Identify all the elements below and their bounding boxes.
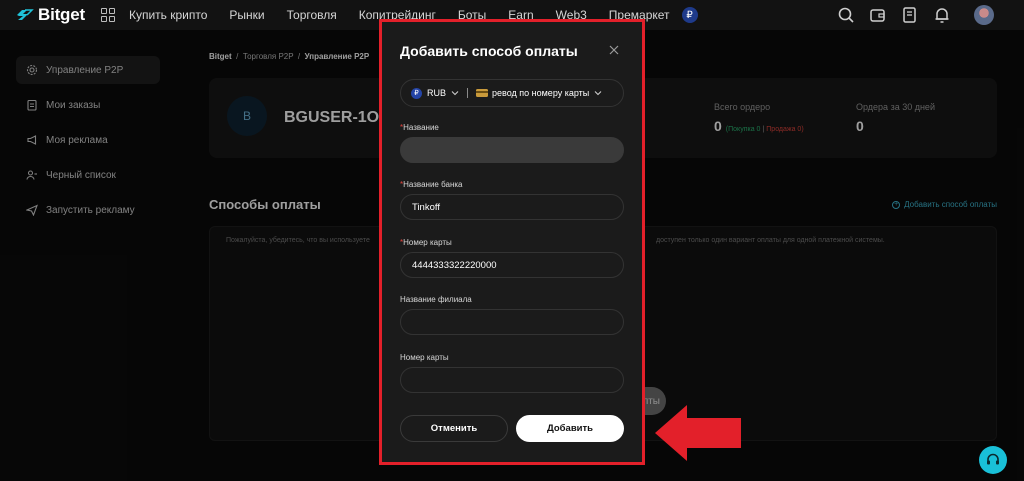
nav-markets[interactable]: Рынки xyxy=(229,8,264,22)
search-icon[interactable] xyxy=(836,5,856,25)
headset-icon xyxy=(987,453,999,465)
bitget-logo-icon xyxy=(17,9,34,20)
bell-icon[interactable] xyxy=(932,5,952,25)
nav-buy-crypto[interactable]: Купить крипто xyxy=(129,8,207,22)
support-chat-button[interactable] xyxy=(979,446,1007,474)
currency-badge[interactable]: ₽ xyxy=(681,7,698,23)
apps-grid-icon[interactable] xyxy=(100,8,115,22)
nav-trade[interactable]: Торговля xyxy=(287,8,337,22)
page: Bitget Купить крипто Рынки Торговля Копи… xyxy=(0,0,1024,481)
wallet-icon[interactable] xyxy=(868,5,888,25)
orders-icon[interactable] xyxy=(900,5,920,25)
header-actions xyxy=(824,5,994,25)
logo-text: Bitget xyxy=(38,5,85,24)
bitget-logo[interactable]: Bitget xyxy=(16,5,85,25)
red-arrow-annotation xyxy=(655,405,741,461)
user-avatar[interactable] xyxy=(974,5,994,25)
highlight-frame xyxy=(379,19,645,465)
